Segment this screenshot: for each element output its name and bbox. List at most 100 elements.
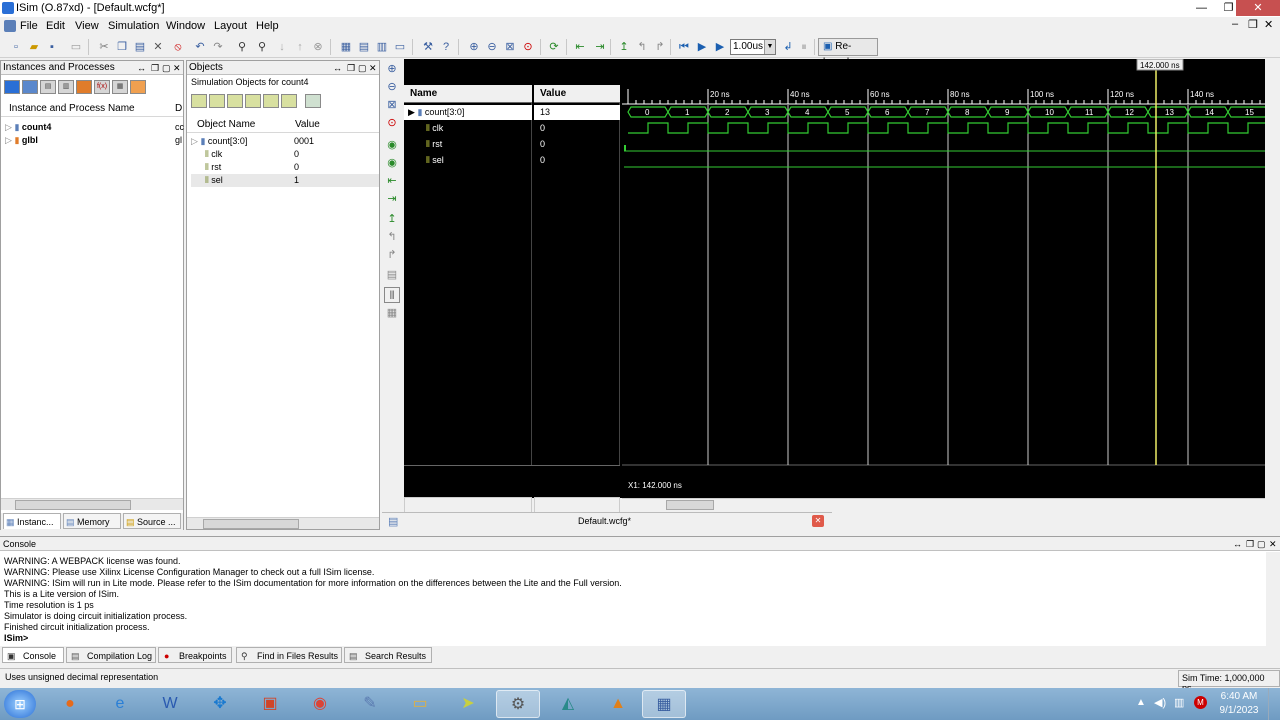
process-filter-icon[interactable]: [22, 80, 38, 94]
settings-icon[interactable]: [305, 94, 321, 108]
refresh-icon[interactable]: ⟳: [546, 39, 562, 55]
input-filter-icon[interactable]: [191, 94, 207, 108]
object-row[interactable]: ⫴ clk 0: [191, 148, 379, 161]
add-marker-icon[interactable]: ↥: [384, 211, 400, 227]
help-icon[interactable]: ?: [438, 39, 454, 55]
wave-hscroll[interactable]: [622, 498, 1265, 510]
chevron-down-icon[interactable]: ▼: [764, 40, 775, 54]
grid-icon[interactable]: ▦: [384, 305, 400, 321]
variable-filter-icon[interactable]: [281, 94, 297, 108]
xilinx-icon[interactable]: ➤: [446, 690, 490, 718]
next-marker-icon[interactable]: ↱: [384, 247, 400, 263]
zoom-cursor-icon[interactable]: ⊙: [384, 115, 400, 131]
next-transition-icon[interactable]: ⇥: [384, 191, 400, 207]
tab-breakpoints[interactable]: ● Breakpoints: [158, 647, 232, 663]
minimize-button[interactable]: —: [1188, 0, 1215, 16]
wave-signal-row[interactable]: ⫴ rst: [426, 137, 442, 151]
tab-source[interactable]: ▤ Source ...: [123, 513, 181, 529]
print-icon[interactable]: ▭: [68, 39, 84, 55]
cascade-icon[interactable]: ▦: [338, 39, 354, 55]
clear-icon[interactable]: ⊗: [310, 39, 326, 55]
scroll-thumb[interactable]: [15, 500, 131, 510]
menu-simulation[interactable]: Simulation: [108, 20, 159, 32]
tray-arrow-icon[interactable]: ▲: [1136, 697, 1146, 708]
menu-edit[interactable]: Edit: [46, 20, 65, 32]
expand-icon[interactable]: ▷: [5, 122, 12, 132]
arrow-down-icon[interactable]: ↓: [274, 39, 290, 55]
open-folder-icon[interactable]: ▰: [26, 39, 42, 55]
object-row[interactable]: ⫴ sel 1: [191, 174, 379, 187]
volume-icon[interactable]: ◀): [1154, 696, 1166, 709]
tab-search-results[interactable]: ▤ Search Results: [344, 647, 432, 663]
tile-v-icon[interactable]: ▥: [374, 39, 390, 55]
paint-icon[interactable]: ✎: [348, 690, 392, 718]
vlc-icon[interactable]: ▲: [596, 690, 640, 718]
app-task-icon[interactable]: ◭: [546, 690, 590, 718]
wave-tab-label[interactable]: Default.wcfg*: [578, 516, 631, 526]
wave-signal-row[interactable]: ⫴ sel: [426, 153, 444, 167]
run-for-icon[interactable]: ▶: [712, 39, 728, 55]
menu-window[interactable]: Window: [166, 20, 205, 32]
zoom-in-icon[interactable]: ⊕: [384, 61, 400, 77]
word-icon[interactable]: W: [148, 690, 192, 718]
internal-filter-icon[interactable]: [245, 94, 261, 108]
objects-hscroll[interactable]: [187, 517, 379, 529]
process-icon[interactable]: [130, 80, 146, 94]
run-all-icon[interactable]: ▶: [694, 39, 710, 55]
isim-window-icon[interactable]: ▦: [642, 690, 686, 718]
object-row[interactable]: ⫴ rst 0: [191, 161, 379, 174]
zoom-out-icon[interactable]: ⊖: [484, 39, 500, 55]
instance-filter-icon[interactable]: [4, 80, 20, 94]
wave-vscroll[interactable]: [1266, 59, 1280, 498]
function-icon[interactable]: f(x): [94, 80, 110, 94]
console-prompt[interactable]: ISim>: [4, 633, 28, 644]
chrome-icon[interactable]: ◉: [298, 690, 342, 718]
find-icon[interactable]: ⚲: [234, 39, 250, 55]
expand-icon[interactable]: ▷: [191, 136, 198, 146]
console-vscroll[interactable]: [1266, 552, 1280, 647]
add-marker-icon[interactable]: ↥: [616, 39, 632, 55]
snap-icon[interactable]: ⫴: [384, 287, 400, 303]
prev-transition-icon[interactable]: ⇤: [384, 173, 400, 189]
ie-icon[interactable]: e: [98, 690, 142, 718]
name-hscroll[interactable]: [404, 497, 532, 513]
goto-start-icon[interactable]: ◉: [384, 137, 400, 153]
goto-end-icon[interactable]: ◉: [384, 155, 400, 171]
panel-maximize-icon[interactable]: ▢: [162, 61, 171, 75]
scroll-thumb[interactable]: [666, 500, 714, 510]
step-icon[interactable]: ↲: [780, 39, 796, 55]
output-filter-icon[interactable]: [209, 94, 225, 108]
zoom-fit-icon[interactable]: ⊠: [384, 97, 400, 113]
expand-icon[interactable]: ▷: [5, 135, 12, 145]
tab-console[interactable]: ▣ Console: [2, 647, 64, 663]
arrow-up-icon[interactable]: ↑: [292, 39, 308, 55]
wave-signal-row[interactable]: ▶ ▮ count[3:0]: [404, 105, 532, 120]
relaunch-button[interactable]: ▣ Re-launch: [818, 38, 878, 68]
menu-view[interactable]: View: [75, 20, 99, 32]
inner-minimize-button[interactable]: –: [1232, 18, 1238, 30]
prev-transition-icon[interactable]: ⇤: [572, 39, 588, 55]
toggle-icon[interactable]: ▤: [40, 80, 56, 94]
close-tab-icon[interactable]: ✕: [812, 515, 824, 527]
save-icon[interactable]: ▪: [44, 39, 60, 55]
close-button[interactable]: ✕: [1236, 0, 1280, 16]
panel-float-icon[interactable]: ❐: [347, 61, 355, 75]
clock-date[interactable]: 9/1/2023: [1216, 705, 1262, 716]
inout-filter-icon[interactable]: [227, 94, 243, 108]
panel-close-icon[interactable]: ✕: [173, 61, 181, 75]
tab-compilation-log[interactable]: ▤ Compilation Log: [66, 647, 156, 663]
panel-maximize-icon[interactable]: ▢: [358, 61, 367, 75]
redo-icon[interactable]: ↷: [210, 39, 226, 55]
network-icon[interactable]: ▥: [1174, 696, 1184, 709]
panel-maximize-icon[interactable]: ▢: [1257, 537, 1266, 551]
zoom-fit-icon[interactable]: ⊠: [502, 39, 518, 55]
new-file-icon[interactable]: ▫: [8, 39, 24, 55]
tree-row[interactable]: ▷ ▮ glbl gl: [5, 134, 183, 147]
clock-time[interactable]: 6:40 AM: [1216, 691, 1262, 702]
tree-row[interactable]: ▷ ▮ count4 cc: [5, 121, 184, 134]
task-icon[interactable]: ▦: [112, 80, 128, 94]
pdf-icon[interactable]: ▣: [248, 690, 292, 718]
firefox-icon[interactable]: ●: [48, 690, 92, 718]
zoom-cursor-icon[interactable]: ⊙: [520, 39, 536, 55]
panel-close-icon[interactable]: ✕: [1269, 537, 1277, 551]
